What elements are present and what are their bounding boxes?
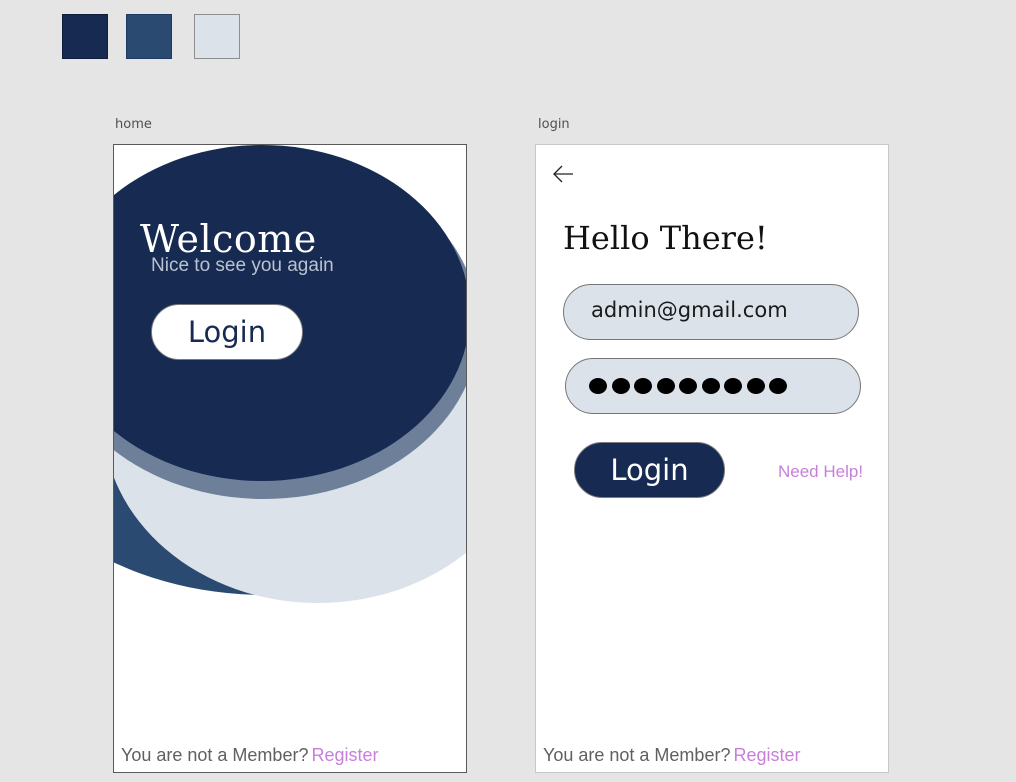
- need-help-link[interactable]: Need Help!: [778, 462, 863, 482]
- home-login-button[interactable]: Login: [151, 304, 303, 360]
- home-artboard: Welcome Nice to see you again Login You …: [113, 144, 467, 773]
- password-field[interactable]: ●●●●●●●●●: [565, 358, 861, 414]
- color-swatch-blue: [126, 14, 172, 59]
- arrow-left-icon[interactable]: [552, 165, 574, 183]
- color-swatch-dark-navy: [62, 14, 108, 59]
- home-footer-text: You are not a Member?: [121, 745, 309, 765]
- email-field[interactable]: admin@gmail.com: [563, 284, 859, 340]
- home-register-link[interactable]: Register: [311, 745, 378, 765]
- artboard-label-home[interactable]: home: [115, 117, 152, 132]
- artboard-label-login[interactable]: login: [538, 117, 570, 132]
- login-artboard: Hello There! admin@gmail.com ●●●●●●●●● L…: [535, 144, 889, 773]
- home-footer: You are not a Member? Register: [121, 745, 378, 766]
- login-button[interactable]: Login: [574, 442, 725, 498]
- login-register-link[interactable]: Register: [733, 745, 800, 765]
- login-footer-text: You are not a Member?: [543, 745, 731, 765]
- password-dots: [589, 378, 787, 394]
- color-swatch-light-gray: [194, 14, 240, 59]
- email-value: admin@gmail.com: [591, 298, 788, 322]
- welcome-subtitle: Nice to see you again: [151, 255, 334, 276]
- login-title: Hello There!: [563, 219, 768, 257]
- login-footer: You are not a Member? Register: [543, 745, 800, 766]
